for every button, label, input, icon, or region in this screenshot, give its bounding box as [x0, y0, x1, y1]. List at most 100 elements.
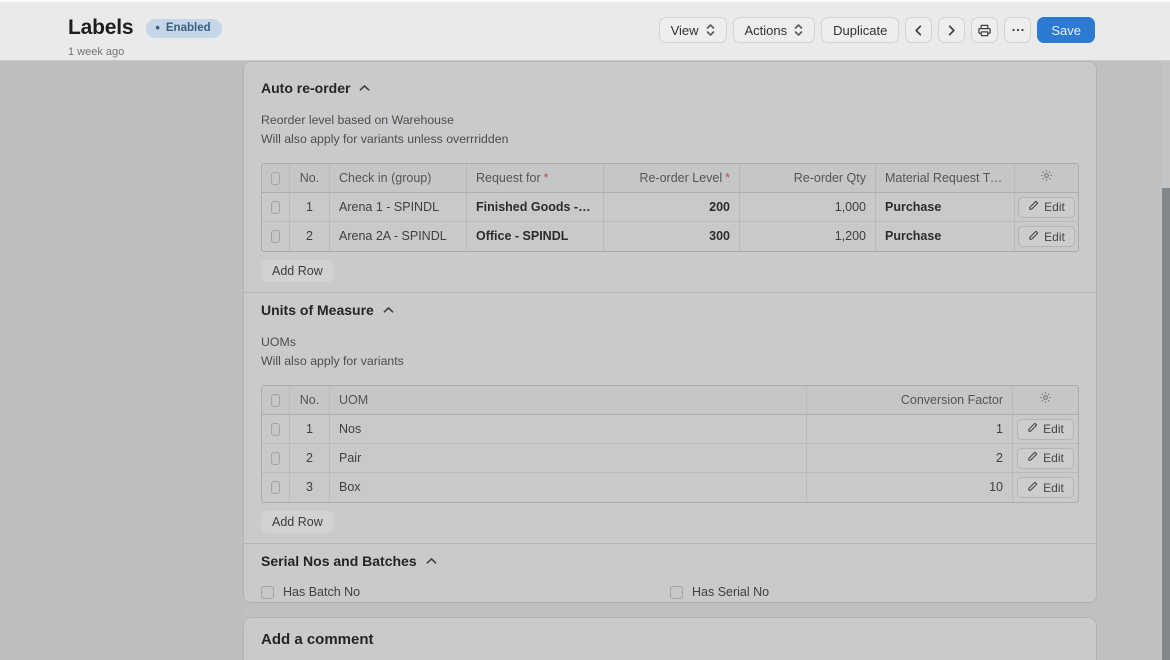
- grid-header-material-request-type: Material Request Typ...: [876, 164, 1015, 193]
- pencil-icon: [1028, 200, 1039, 214]
- edit-row-button[interactable]: Edit: [1018, 197, 1075, 218]
- gear-icon: [1039, 386, 1052, 414]
- edit-row-button[interactable]: Edit: [1017, 419, 1074, 440]
- section-title: Serial Nos and Batches: [261, 553, 417, 569]
- view-button-label: View: [671, 23, 699, 38]
- row-edit-cell: Edit: [1013, 473, 1078, 502]
- row-select-cell[interactable]: [262, 444, 290, 473]
- row-check-in-cell: Arena 2A - SPINDL: [330, 222, 467, 251]
- print-button[interactable]: [971, 17, 998, 43]
- actions-button-label: Actions: [745, 23, 788, 38]
- edit-row-button[interactable]: Edit: [1017, 448, 1074, 469]
- grid-settings-button[interactable]: [1015, 164, 1078, 193]
- edit-row-button[interactable]: Edit: [1017, 477, 1074, 498]
- form-sidebar: [0, 62, 243, 660]
- row-no-cell: 1: [290, 415, 330, 444]
- has-batch-checkbox[interactable]: [261, 586, 274, 599]
- ellipsis-icon: [1011, 23, 1025, 37]
- row-checkbox[interactable]: [271, 423, 280, 436]
- row-select-cell[interactable]: [262, 473, 290, 502]
- has-batch-label: Has Batch No: [283, 585, 360, 599]
- edit-row-button[interactable]: Edit: [1018, 226, 1075, 247]
- section-serial-header[interactable]: Serial Nos and Batches: [261, 544, 1079, 570]
- row-no-cell: 3: [290, 473, 330, 502]
- scrollbar-thumb[interactable]: [1162, 188, 1170, 660]
- actions-button[interactable]: Actions: [733, 17, 816, 43]
- row-request-for-cell: Finished Goods - SPINDL: [467, 193, 604, 222]
- grid-header-select-all[interactable]: [262, 164, 290, 193]
- edit-button-label: Edit: [1044, 200, 1065, 214]
- row-edit-cell: Edit: [1013, 444, 1078, 473]
- save-button[interactable]: Save: [1037, 17, 1095, 43]
- add-row-button[interactable]: Add Row: [261, 260, 334, 282]
- row-edit-cell: Edit: [1013, 415, 1078, 444]
- has-serial-label: Has Serial No: [692, 585, 769, 599]
- section-auto-reorder-header[interactable]: Auto re-order: [261, 62, 1079, 97]
- edit-button-label: Edit: [1043, 422, 1064, 436]
- view-button[interactable]: View: [659, 17, 727, 43]
- row-checkbox[interactable]: [271, 230, 280, 243]
- toolbar: View Actions Duplicate: [659, 17, 1095, 43]
- reorder-grid: No. Check in (group) Request for* Re-ord…: [261, 163, 1079, 252]
- pencil-icon: [1027, 481, 1038, 495]
- row-material-request-type-cell: Purchase: [876, 193, 1015, 222]
- grid-header-request-for: Request for*: [467, 164, 604, 193]
- grid-settings-button[interactable]: [1013, 386, 1078, 415]
- row-checkbox[interactable]: [271, 452, 280, 465]
- edit-button-label: Edit: [1043, 481, 1064, 495]
- add-row-button[interactable]: Add Row: [261, 511, 334, 533]
- page-title: Labels: [68, 16, 133, 40]
- page-head: Labels • Enabled 1 week ago View Actions: [0, 0, 1170, 61]
- row-no-cell: 2: [290, 444, 330, 473]
- prev-document-button[interactable]: [905, 17, 932, 43]
- comment-section-title: Add a comment: [261, 631, 1096, 648]
- has-batch-field: Has Batch No: [261, 585, 670, 599]
- section-title: Auto re-order: [261, 80, 350, 96]
- printer-icon: [977, 23, 992, 38]
- section-units-of-measure: Units of Measure UOMs Will also apply fo…: [244, 293, 1096, 543]
- row-check-in-cell: Arena 1 - SPINDL: [330, 193, 467, 222]
- row-checkbox[interactable]: [271, 481, 280, 494]
- grid-header-check-in: Check in (group): [330, 164, 467, 193]
- row-material-request-type-cell: Purchase: [876, 222, 1015, 251]
- row-uom-cell: Box: [330, 473, 807, 502]
- row-no-cell: 2: [290, 222, 330, 251]
- duplicate-button-label: Duplicate: [833, 23, 887, 38]
- reorder-description-line2: Will also apply for variants unless over…: [261, 130, 1079, 149]
- select-all-checkbox[interactable]: [271, 172, 280, 185]
- duplicate-button[interactable]: Duplicate: [821, 17, 899, 43]
- row-edit-cell: Edit: [1015, 193, 1078, 222]
- grid-header-select-all[interactable]: [262, 386, 290, 415]
- chevron-right-icon: [945, 24, 958, 37]
- row-conversion-factor-cell: 1: [807, 415, 1013, 444]
- grid-header-conversion-factor: Conversion Factor: [807, 386, 1013, 415]
- status-badge-label: Enabled: [166, 22, 211, 34]
- form-card: Auto re-order Reorder level based on War…: [243, 61, 1097, 603]
- status-badge: • Enabled: [146, 19, 221, 38]
- section-uom-header[interactable]: Units of Measure: [261, 293, 1079, 319]
- select-all-checkbox[interactable]: [271, 394, 280, 407]
- row-select-cell[interactable]: [262, 222, 290, 251]
- grid-header-no: No.: [290, 164, 330, 193]
- section-auto-reorder: Auto re-order Reorder level based on War…: [244, 62, 1096, 292]
- required-mark: *: [544, 171, 549, 185]
- row-select-cell[interactable]: [262, 415, 290, 444]
- row-checkbox[interactable]: [271, 201, 280, 214]
- row-reorder-qty-cell: 1,200: [740, 222, 876, 251]
- pencil-icon: [1027, 451, 1038, 465]
- next-document-button[interactable]: [938, 17, 965, 43]
- has-serial-field: Has Serial No: [670, 585, 1079, 599]
- row-select-cell[interactable]: [262, 193, 290, 222]
- has-serial-checkbox[interactable]: [670, 586, 683, 599]
- pencil-icon: [1027, 422, 1038, 436]
- chevron-up-icon: [359, 79, 370, 97]
- edit-button-label: Edit: [1043, 451, 1064, 465]
- menu-button[interactable]: [1004, 17, 1031, 43]
- row-reorder-level-cell: 200: [604, 193, 740, 222]
- status-dot-icon: •: [155, 24, 160, 32]
- row-reorder-level-cell: 300: [604, 222, 740, 251]
- chevron-left-icon: [912, 24, 925, 37]
- row-conversion-factor-cell: 2: [807, 444, 1013, 473]
- edit-button-label: Edit: [1044, 230, 1065, 244]
- required-mark: *: [725, 171, 730, 185]
